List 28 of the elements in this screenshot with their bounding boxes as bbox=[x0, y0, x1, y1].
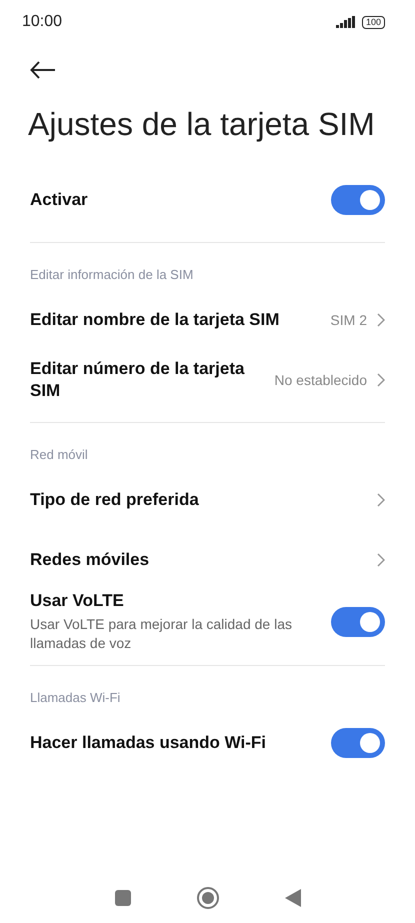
back-button[interactable] bbox=[284, 889, 300, 907]
home-button[interactable] bbox=[196, 887, 218, 909]
chevron-right-icon[interactable] bbox=[377, 373, 385, 387]
section-header: Llamadas Wi-Fi bbox=[29, 689, 122, 707]
setting-label[interactable]: Tipo de red preferida bbox=[30, 489, 199, 511]
setting-label[interactable]: Editar nombre de la tarjeta SIM bbox=[30, 309, 280, 331]
setting-label[interactable]: Usar VoLTE bbox=[30, 590, 317, 612]
status-time: 10:00 bbox=[22, 13, 62, 31]
setting-label[interactable]: Activar bbox=[30, 189, 88, 211]
section-header: Editar información de la SIM bbox=[29, 266, 194, 284]
section-header: Red móvil bbox=[29, 446, 89, 464]
chevron-right-icon[interactable] bbox=[377, 493, 385, 507]
back-arrow-icon[interactable] bbox=[30, 61, 56, 79]
setting-label[interactable]: Hacer llamadas usando Wi-Fi bbox=[30, 732, 266, 754]
setting-value: No establecido bbox=[274, 372, 367, 388]
toggle-switch[interactable] bbox=[331, 728, 385, 758]
toggle-switch[interactable] bbox=[331, 185, 385, 215]
toggle-switch[interactable] bbox=[331, 606, 385, 636]
signal-icon bbox=[336, 16, 356, 28]
page-title: Ajustes de la tarjeta SIM bbox=[28, 105, 376, 144]
setting-label[interactable]: Editar número de la tarjeta SIM bbox=[30, 358, 260, 402]
chevron-right-icon[interactable] bbox=[377, 313, 385, 327]
chevron-right-icon[interactable] bbox=[377, 553, 385, 567]
battery-indicator: 100 bbox=[362, 16, 385, 28]
recent-apps-button[interactable] bbox=[114, 890, 130, 906]
setting-description: Usar VoLTE para mejorar la calidad de las llamadas de voz bbox=[30, 615, 293, 653]
setting-label[interactable]: Redes móviles bbox=[30, 549, 150, 571]
setting-value: SIM 2 bbox=[330, 312, 367, 328]
